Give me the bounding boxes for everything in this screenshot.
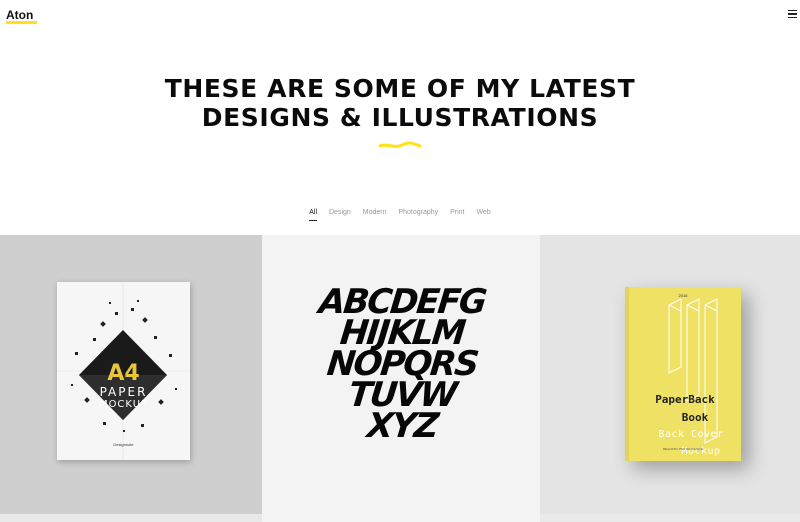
page-headline: THESE ARE SOME OF MY LATEST DESIGNS & IL… [0, 74, 800, 132]
poster-signature: Designnote [113, 442, 134, 447]
alphabet-lettering: ABCDEFG HIJKLM NOPQRS TUVW XYZ [307, 282, 497, 446]
filter-modern[interactable]: Modern [363, 209, 387, 220]
book-year: 2016 [678, 293, 688, 298]
next-row-strip [0, 514, 800, 522]
book-title-3: Back Cover [658, 429, 724, 440]
filter-print[interactable]: Print [450, 209, 464, 220]
headline-line-2: DESIGNS & ILLUSTRATIONS [201, 103, 599, 132]
filter-web[interactable]: Web [476, 209, 490, 220]
poster-paper-text: PAPER [99, 385, 148, 399]
book-image: 2016 PaperBack Book Back Cover Mockup RE… [625, 287, 741, 461]
next-tile-1 [0, 514, 262, 522]
portfolio-item-paper-mockup[interactable]: A4 PAPER MOCKUP Designnote [0, 235, 262, 514]
hamburger-menu-icon[interactable] [788, 10, 797, 19]
filter-photography[interactable]: Photography [398, 209, 438, 220]
top-bar: Aton [0, 0, 800, 30]
poster-image: A4 PAPER MOCKUP Designnote [57, 282, 190, 460]
next-tile-3 [540, 514, 800, 522]
poster-a4-text: A4 [107, 361, 140, 386]
yellow-squiggle-divider [378, 141, 422, 148]
site-logo[interactable]: Aton [6, 8, 33, 22]
book-title-1: PaperBack [655, 393, 715, 406]
poster-mockup-text: MOCKUP [98, 399, 149, 410]
alphabet-line: XYZ [365, 406, 439, 446]
portfolio-item-brush-alphabet[interactable]: ABCDEFG HIJKLM NOPQRS TUVW XYZ [262, 235, 540, 514]
headline-line-1: THESE ARE SOME OF MY LATEST [164, 74, 636, 103]
portfolio-filter-bar: All Design Modern Photography Print Web [0, 209, 800, 221]
book-title-2: Book [681, 411, 709, 424]
portfolio-grid: A4 PAPER MOCKUP Designnote ABCDEFG HIJKL… [0, 235, 800, 514]
portfolio-item-paperback-book[interactable]: 2016 PaperBack Book Back Cover Mockup RE… [540, 235, 800, 514]
logo-underline [6, 21, 37, 24]
filter-all[interactable]: All [309, 209, 318, 221]
filter-design[interactable]: Design [329, 209, 351, 220]
book-footer-text: REALISTIC PSD RESOURCE [662, 447, 704, 451]
